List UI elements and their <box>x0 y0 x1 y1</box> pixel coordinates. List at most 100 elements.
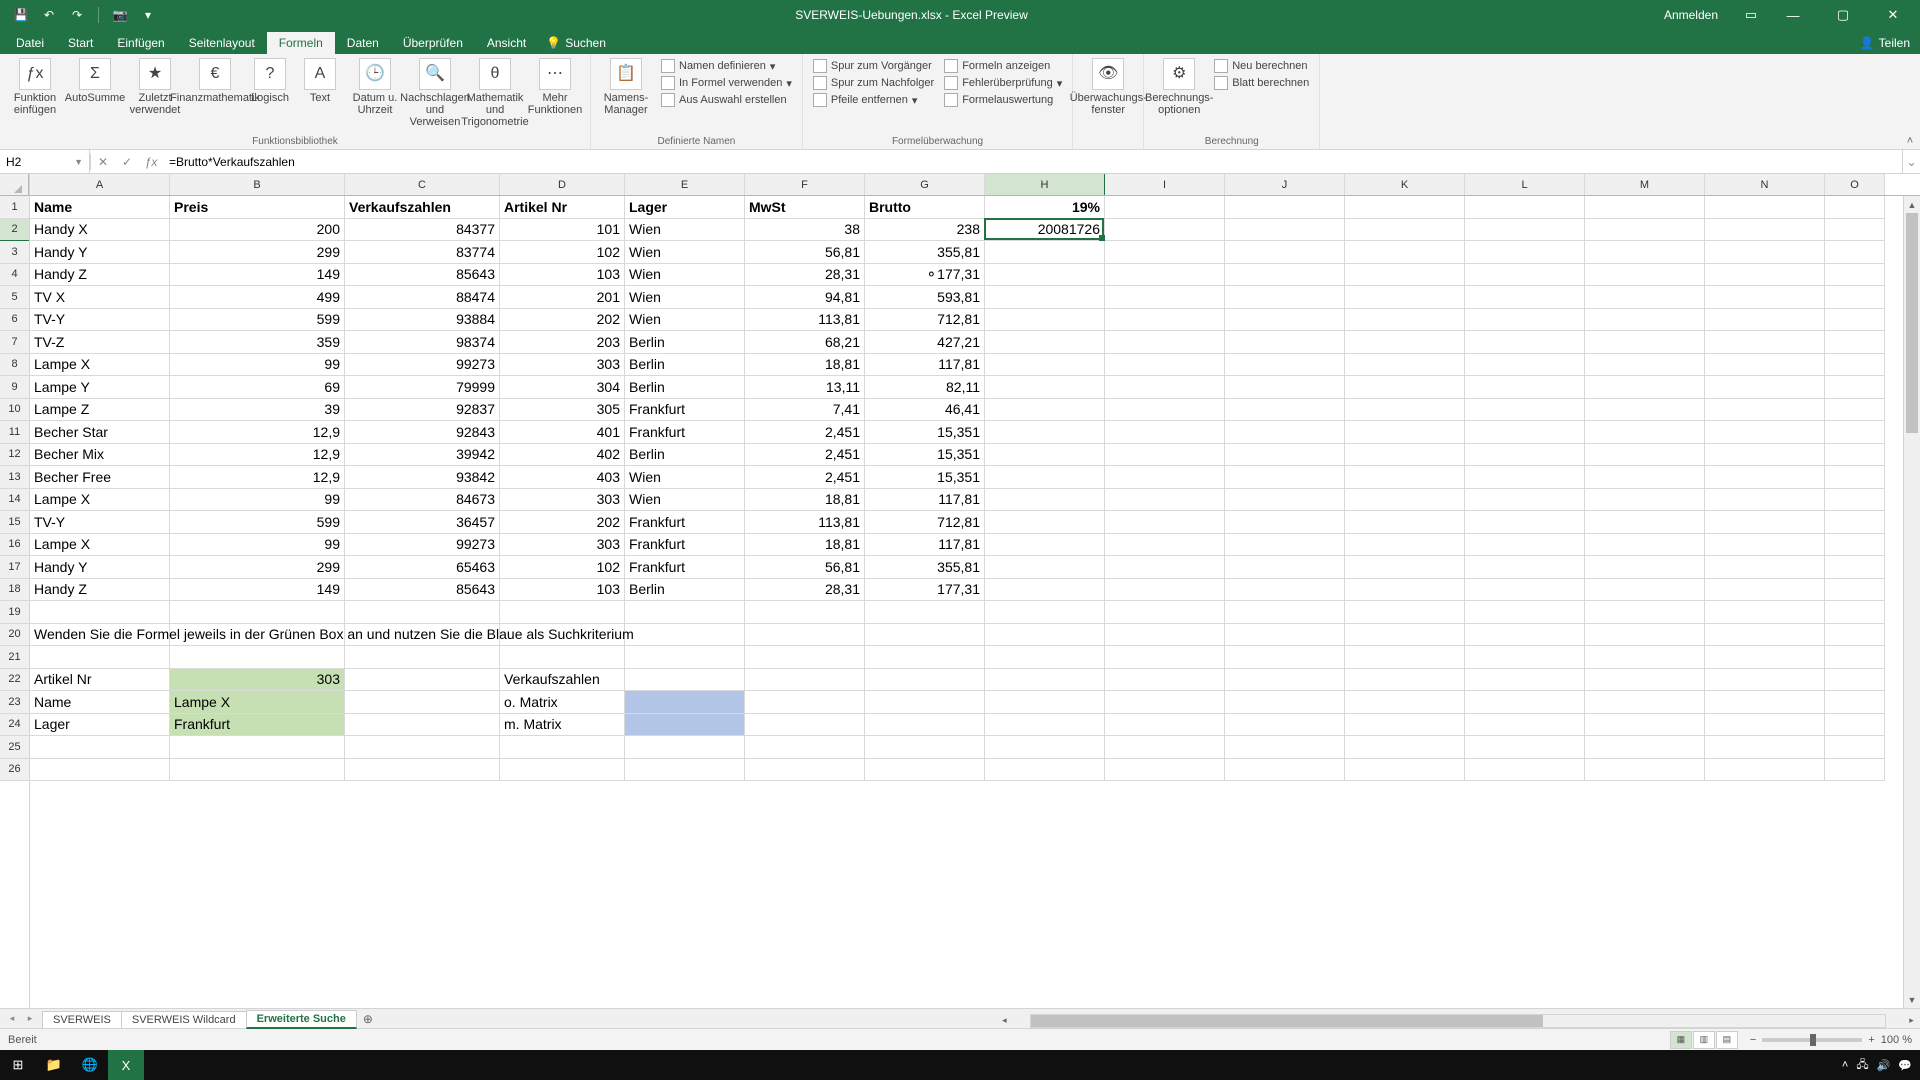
row-header-15[interactable]: 15 <box>0 511 29 534</box>
cell[interactable] <box>1825 241 1885 264</box>
cell[interactable] <box>1825 534 1885 557</box>
cell[interactable] <box>1705 511 1825 534</box>
cell[interactable]: Becher Free <box>30 466 170 489</box>
cell[interactable]: Handy X <box>30 219 170 242</box>
cell[interactable] <box>1105 534 1225 557</box>
cell[interactable]: 303 <box>500 354 625 377</box>
cell[interactable] <box>1705 399 1825 422</box>
cell[interactable] <box>1225 421 1345 444</box>
cell[interactable] <box>1705 714 1825 737</box>
cell[interactable] <box>1705 331 1825 354</box>
cell[interactable] <box>625 669 745 692</box>
cell[interactable] <box>1705 264 1825 287</box>
column-header-N[interactable]: N <box>1705 174 1825 195</box>
zoom-level[interactable]: 100 % <box>1881 1034 1912 1046</box>
cell[interactable]: 98374 <box>345 331 500 354</box>
cell[interactable] <box>1465 759 1585 782</box>
cell[interactable] <box>1465 444 1585 467</box>
financial-button[interactable]: €Finanzmathematik <box>186 56 244 104</box>
row-header-19[interactable]: 19 <box>0 601 29 624</box>
cell[interactable] <box>1225 331 1345 354</box>
cell[interactable] <box>985 489 1105 512</box>
cell[interactable] <box>1465 736 1585 759</box>
tab-formulas[interactable]: Formeln <box>267 32 335 54</box>
cell[interactable] <box>1345 264 1465 287</box>
cell[interactable] <box>1825 646 1885 669</box>
cell[interactable]: Berlin <box>625 354 745 377</box>
error-checking-button[interactable]: Fehlerüberprüfung ▾ <box>940 75 1066 91</box>
cell[interactable] <box>1585 691 1705 714</box>
cell[interactable]: Becher Mix <box>30 444 170 467</box>
cell[interactable] <box>170 601 345 624</box>
cell[interactable] <box>1825 691 1885 714</box>
cell[interactable] <box>985 759 1105 782</box>
cell[interactable]: 305 <box>500 399 625 422</box>
cell[interactable]: 28,31 <box>745 264 865 287</box>
cell[interactable] <box>1585 759 1705 782</box>
row-header-20[interactable]: 20 <box>0 624 29 647</box>
cell[interactable]: 303 <box>500 534 625 557</box>
cell[interactable] <box>30 736 170 759</box>
cell[interactable]: 303 <box>500 489 625 512</box>
cell[interactable] <box>985 376 1105 399</box>
trace-dependents-button[interactable]: Spur zum Nachfolger <box>809 75 938 91</box>
sheet-tab[interactable]: SVERWEIS Wildcard <box>121 1011 247 1028</box>
tab-view[interactable]: Ansicht <box>475 32 538 54</box>
cell[interactable] <box>1585 646 1705 669</box>
cell[interactable] <box>1705 601 1825 624</box>
cell[interactable] <box>1465 331 1585 354</box>
cell[interactable] <box>1105 736 1225 759</box>
cell[interactable] <box>1585 601 1705 624</box>
cell[interactable] <box>1465 669 1585 692</box>
cell[interactable] <box>985 331 1105 354</box>
column-header-K[interactable]: K <box>1345 174 1465 195</box>
cell[interactable] <box>1105 399 1225 422</box>
cell[interactable] <box>1585 331 1705 354</box>
cell[interactable]: Brutto <box>865 196 985 219</box>
vertical-scrollbar[interactable]: ▲ ▼ <box>1903 196 1920 1008</box>
cell[interactable] <box>345 714 500 737</box>
cell[interactable] <box>1345 466 1465 489</box>
cell[interactable] <box>1825 354 1885 377</box>
cancel-formula-icon[interactable]: ✕ <box>91 155 115 169</box>
cell[interactable] <box>1105 241 1225 264</box>
cell[interactable] <box>1585 466 1705 489</box>
cell[interactable] <box>1825 399 1885 422</box>
cell[interactable] <box>1105 466 1225 489</box>
enter-formula-icon[interactable]: ✓ <box>115 155 139 169</box>
text-button[interactable]: AText <box>296 56 344 104</box>
datetime-button[interactable]: 🕒Datum u. Uhrzeit <box>346 56 404 116</box>
cell[interactable] <box>1345 331 1465 354</box>
cell[interactable] <box>1705 669 1825 692</box>
cell[interactable] <box>500 759 625 782</box>
cell[interactable] <box>1225 736 1345 759</box>
cell[interactable]: Frankfurt <box>170 714 345 737</box>
cell[interactable] <box>1585 736 1705 759</box>
cell[interactable] <box>1585 421 1705 444</box>
cell[interactable] <box>1225 556 1345 579</box>
cell[interactable] <box>1825 466 1885 489</box>
cell[interactable]: 99273 <box>345 354 500 377</box>
row-header-3[interactable]: 3 <box>0 241 29 264</box>
cell[interactable]: 15,351 <box>865 466 985 489</box>
cell[interactable]: 103 <box>500 579 625 602</box>
scroll-down-icon[interactable]: ▼ <box>1904 991 1920 1008</box>
row-header-17[interactable]: 17 <box>0 556 29 579</box>
cell[interactable]: 99 <box>170 534 345 557</box>
cell[interactable] <box>1105 714 1225 737</box>
cell[interactable]: 46,41 <box>865 399 985 422</box>
cell[interactable]: 102 <box>500 241 625 264</box>
close-icon[interactable]: ✕ <box>1870 4 1916 26</box>
cell[interactable] <box>30 601 170 624</box>
cell[interactable] <box>1105 196 1225 219</box>
zoom-in-button[interactable]: + <box>1868 1034 1874 1046</box>
cell[interactable]: 202 <box>500 511 625 534</box>
cell[interactable] <box>745 714 865 737</box>
cell[interactable] <box>1585 714 1705 737</box>
cell[interactable] <box>625 691 745 714</box>
cell[interactable]: 68,21 <box>745 331 865 354</box>
cell[interactable] <box>1585 354 1705 377</box>
scroll-left-icon[interactable]: ◂ <box>996 1015 1013 1026</box>
cell[interactable] <box>170 736 345 759</box>
cell[interactable]: 82,11 <box>865 376 985 399</box>
